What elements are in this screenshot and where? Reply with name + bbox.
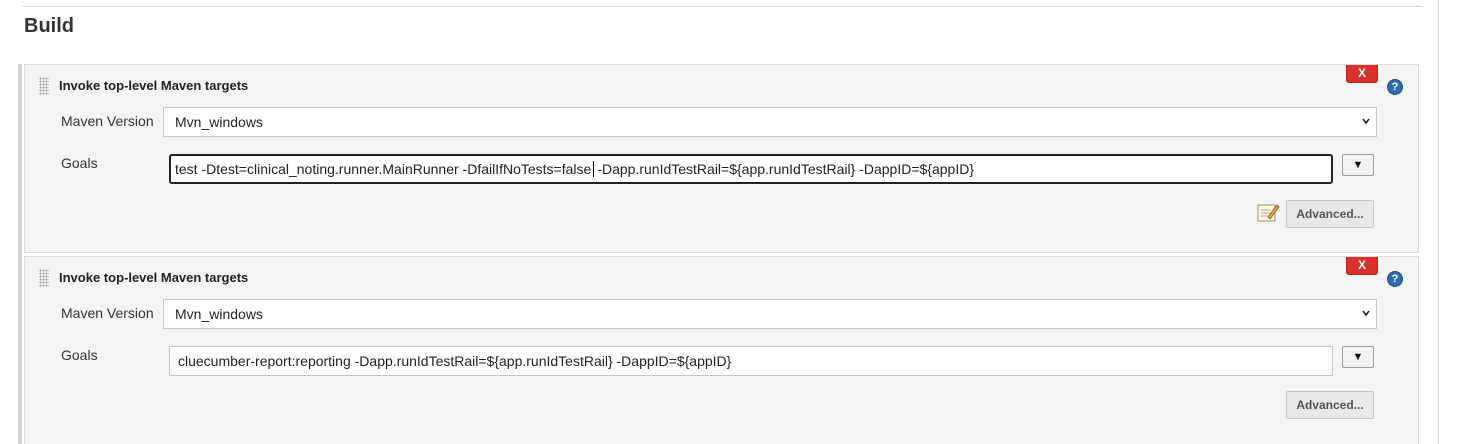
section-left-rail	[18, 64, 22, 444]
maven-version-select[interactable]: Mvn_windows	[163, 299, 1377, 329]
step-title: Invoke top-level Maven targets	[59, 78, 249, 93]
help-icon[interactable]: ?	[1387, 79, 1403, 95]
page-right-divider	[1438, 0, 1439, 444]
advanced-button[interactable]: Advanced...	[1286, 391, 1374, 419]
maven-version-label: Maven Version	[61, 305, 154, 321]
drag-handle-icon[interactable]	[39, 269, 49, 287]
maven-version-label: Maven Version	[61, 113, 154, 129]
maven-version-select[interactable]: Mvn_windows	[163, 107, 1377, 137]
chevron-down-icon	[1362, 118, 1370, 125]
notepad-icon[interactable]	[1256, 201, 1280, 223]
drag-handle-icon[interactable]	[39, 77, 49, 95]
maven-version-value: Mvn_windows	[175, 306, 263, 322]
goals-text-after-caret: -Dapp.runIdTestRail=${app.runIdTestRail}…	[597, 161, 974, 177]
build-step-1: Invoke top-level Maven targets X Maven V…	[24, 64, 1419, 253]
goals-label: Goals	[61, 347, 98, 363]
delete-step-button[interactable]: X	[1346, 257, 1378, 275]
delete-step-button[interactable]: X	[1346, 65, 1378, 83]
section-divider	[22, 6, 1422, 7]
section-title: Build	[24, 15, 74, 37]
goals-text-before-caret: test -Dtest=clinical_noting.runner.MainR…	[175, 161, 592, 177]
goals-label: Goals	[61, 155, 98, 171]
goals-input[interactable]: test -Dtest=clinical_noting.runner.MainR…	[169, 154, 1333, 184]
advanced-button[interactable]: Advanced...	[1286, 200, 1374, 228]
build-step-2: Invoke top-level Maven targets X Maven V…	[24, 256, 1419, 444]
goals-input[interactable]: cluecumber-report:reporting -Dapp.runIdT…	[169, 346, 1333, 376]
text-caret	[593, 161, 595, 177]
expand-textarea-button[interactable]: ▼	[1342, 346, 1374, 368]
chevron-down-icon	[1362, 310, 1370, 317]
expand-textarea-button[interactable]: ▼	[1342, 154, 1374, 176]
maven-version-value: Mvn_windows	[175, 114, 263, 130]
step-title: Invoke top-level Maven targets	[59, 270, 249, 285]
help-icon[interactable]: ?	[1387, 271, 1403, 287]
